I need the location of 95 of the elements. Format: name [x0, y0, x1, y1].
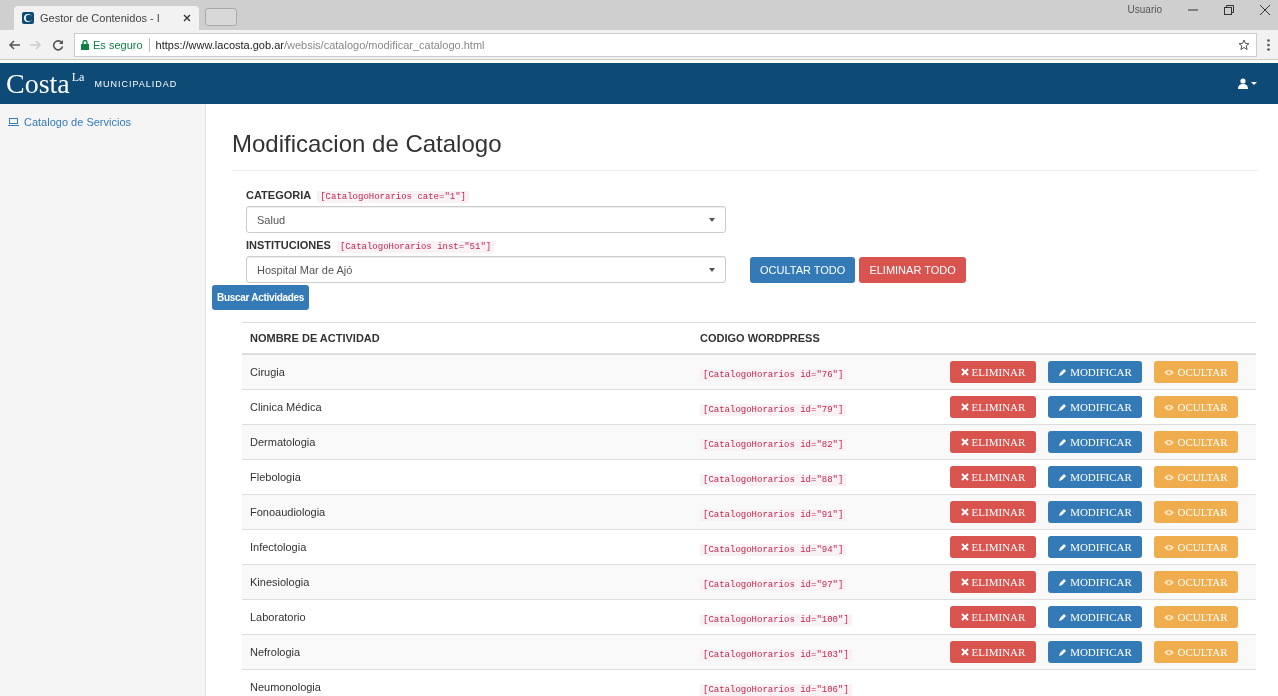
table-cell-text: Laboratorio: [250, 611, 307, 623]
shortcode: [CatalogoHorarios inst="51"]: [336, 241, 495, 253]
pencil-icon: [1058, 507, 1068, 517]
shortcode: [CatalogoHorarios id="94"]: [700, 544, 847, 556]
shortcode: [CatalogoHorarios id="82"]: [700, 439, 847, 451]
close-icon[interactable]: [183, 14, 191, 22]
table-cell-text: Nefrologia: [250, 646, 302, 658]
close-icon: [960, 578, 969, 586]
back-arrow-icon[interactable]: [8, 39, 20, 50]
eye-icon: [1164, 473, 1175, 481]
table-cell-text: Kinesiologia: [250, 576, 311, 588]
row-action-button[interactable]: ELIMINAR: [950, 396, 1036, 418]
user-menu-icon[interactable]: [1238, 78, 1258, 89]
profile-name[interactable]: Usuario: [1127, 4, 1162, 15]
eye-icon: [1164, 368, 1175, 376]
address-bar[interactable]: Es seguro https://www.lacosta.gob.ar/websis/catalogo/modificar_catalogo.html: [74, 32, 1257, 57]
close-icon: [960, 543, 969, 551]
pencil-icon: [1058, 367, 1068, 377]
column-header: CODIGO WORDPRESS: [700, 332, 821, 344]
close-icon: [960, 438, 969, 446]
shortcode: [CatalogoHorarios id="91"]: [700, 509, 847, 521]
menu-icon[interactable]: [1267, 38, 1270, 51]
eye-icon: [1164, 403, 1175, 411]
bulk-action-button[interactable]: ELIMINAR TODO: [859, 256, 966, 283]
eye-icon: [1164, 648, 1175, 656]
table-cell-text: Infectologia: [250, 541, 308, 553]
row-action-button[interactable]: MODIFICAR: [1048, 571, 1142, 593]
sidebar-item[interactable]: Catalogo de Servicios: [0, 116, 205, 128]
shortcode: [CatalogoHorarios id="88"]: [700, 474, 847, 486]
row-action-button[interactable]: MODIFICAR: [1048, 361, 1142, 383]
pencil-icon: [1058, 402, 1068, 412]
table-cell-text: Clinica Médica: [250, 401, 323, 413]
lock-icon: [81, 39, 89, 50]
close-icon: [960, 648, 969, 656]
close-icon: [960, 368, 969, 376]
row-action-button[interactable]: MODIFICAR: [1048, 641, 1142, 663]
eye-icon: [1164, 613, 1175, 621]
bulk-action-button[interactable]: OCULTAR TODO: [750, 256, 856, 283]
row-action-button[interactable]: MODIFICAR: [1048, 606, 1142, 628]
select-field[interactable]: Hospital Mar de Ajó: [246, 256, 726, 283]
table-cell-text: Flebologia: [250, 471, 302, 483]
shortcode: [CatalogoHorarios id="76"]: [700, 369, 847, 381]
table-cell-text: Fonoaudiologia: [250, 506, 327, 518]
laptop-icon: [8, 118, 19, 126]
row-action-button[interactable]: ELIMINAR: [950, 361, 1036, 383]
eye-icon: [1164, 508, 1175, 516]
shortcode: [CatalogoHorarios id="100"]: [700, 614, 852, 626]
shortcode: [CatalogoHorarios id="103"]: [700, 649, 852, 661]
row-action-button[interactable]: MODIFICAR: [1048, 536, 1142, 558]
pencil-icon: [1058, 437, 1068, 447]
row-action-button[interactable]: ELIMINAR: [950, 431, 1036, 453]
shortcode: [CatalogoHorarios cate="1"]: [317, 191, 469, 203]
row-action-button[interactable]: MODIFICAR: [1048, 431, 1142, 453]
eye-icon: [1164, 438, 1175, 446]
row-action-button[interactable]: ELIMINAR: [950, 466, 1036, 488]
select-field[interactable]: Salud: [246, 206, 726, 233]
shortcode: [CatalogoHorarios id="106"]: [700, 684, 852, 696]
caret-icon: [709, 267, 715, 272]
table-cell-text: Dermatologia: [250, 436, 317, 448]
row-action-button[interactable]: ELIMINAR: [950, 641, 1036, 663]
pencil-icon: [1058, 612, 1068, 622]
page-title: Modificacion de Catalogo: [232, 130, 1258, 171]
browser-tab[interactable]: Gestor de Contenidos - I: [14, 6, 199, 30]
reload-icon[interactable]: [52, 38, 64, 51]
eye-icon: [1164, 578, 1175, 586]
row-action-button[interactable]: ELIMINAR: [950, 536, 1036, 558]
row-action-button[interactable]: ELIMINAR: [950, 501, 1036, 523]
field-label: CATEGORIA: [246, 189, 312, 201]
star-icon[interactable]: [1238, 38, 1250, 51]
row-action-button[interactable]: ELIMINAR: [950, 571, 1036, 593]
close-icon[interactable]: [1260, 4, 1270, 15]
restore-icon[interactable]: [1224, 4, 1234, 15]
table-cell-text: Cirugia: [250, 366, 286, 378]
pencil-icon: [1058, 577, 1068, 587]
close-icon: [960, 508, 969, 516]
row-action-button[interactable]: MODIFICAR: [1048, 396, 1142, 418]
pencil-icon: [1058, 542, 1068, 552]
shortcode: [CatalogoHorarios id="97"]: [700, 579, 847, 591]
caret-icon: [709, 217, 715, 222]
close-icon: [960, 473, 969, 481]
eye-icon: [1164, 543, 1175, 551]
close-icon: [960, 403, 969, 411]
shortcode: [CatalogoHorarios id="79"]: [700, 404, 847, 416]
pencil-icon: [1058, 647, 1068, 657]
column-header: NOMBRE DE ACTIVIDAD: [250, 332, 381, 344]
field-label: INSTITUCIONES: [246, 239, 331, 251]
table-cell-text: Neumonologia: [250, 681, 322, 693]
url-text: https://www.lacosta.gob.ar/websis/catalogo/modificar_catalogo.html: [155, 38, 485, 51]
row-action-button[interactable]: MODIFICAR: [1048, 466, 1142, 488]
close-icon: [960, 613, 969, 621]
row-action-button[interactable]: MODIFICAR: [1048, 501, 1142, 523]
pencil-icon: [1058, 472, 1068, 482]
secure-label: Es seguro: [93, 38, 143, 51]
search-button[interactable]: Buscar Actividades: [212, 285, 310, 310]
row-action-button[interactable]: ELIMINAR: [950, 606, 1036, 628]
